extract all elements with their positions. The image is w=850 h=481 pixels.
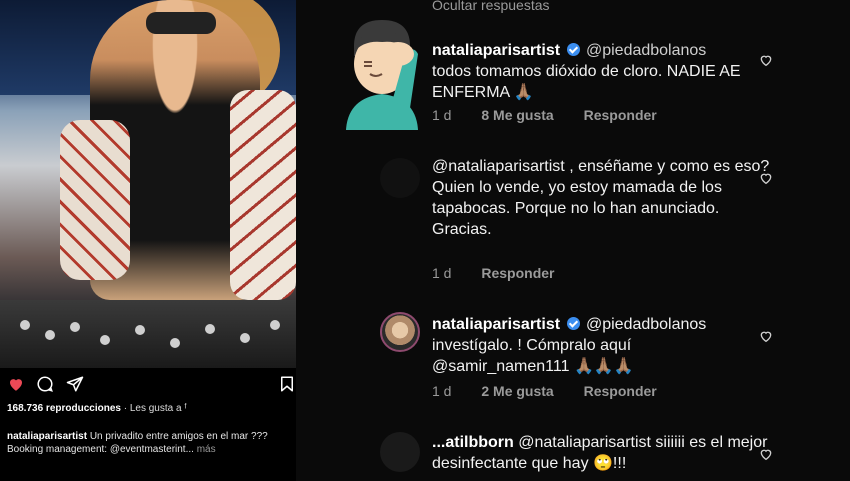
verified-icon (566, 317, 580, 330)
reply-1: nataliaparisartist @piedadbolanos todos … (432, 40, 772, 103)
reply-2: @nataliaparisartist , enséñame y como es… (432, 156, 772, 240)
bookmark-icon[interactable] (278, 375, 296, 393)
caption-username[interactable]: nataliaparisartist (7, 431, 87, 442)
post-panel: 168.736 reproducciones · Les gusta a ᶠ n… (0, 0, 296, 481)
like-reply-1-icon[interactable] (758, 52, 774, 68)
avatar[interactable] (380, 432, 420, 472)
reply-3-respond[interactable]: Responder (584, 383, 657, 399)
reply-2-text: @nataliaparisartist , enséñame y como es… (432, 158, 770, 238)
dj-mixer (0, 300, 296, 368)
facepalm-emoji (346, 20, 418, 130)
reply-3-likes[interactable]: 2 Me gusta (481, 383, 553, 399)
views-label: 168.736 reproducciones (7, 403, 121, 414)
avatar[interactable] (380, 312, 420, 352)
reply-1-likes[interactable]: 8 Me gusta (481, 107, 553, 123)
shawl-left (60, 120, 130, 280)
reply-1-time: 1 d (432, 107, 452, 123)
reply-1-mention[interactable]: @piedadbolanos (586, 42, 706, 59)
like-reply-4-icon[interactable] (758, 446, 774, 462)
avatar[interactable] (380, 158, 420, 198)
comment-icon[interactable] (36, 375, 54, 393)
reply-3-username[interactable]: nataliaparisartist (432, 316, 560, 333)
like-reply-2-icon[interactable] (758, 170, 774, 186)
likes-label[interactable]: Les gusta a (130, 403, 182, 414)
like-reply-3-icon[interactable] (758, 328, 774, 344)
caption-text: Un privadito entre amigos en el mar ??? (89, 431, 268, 442)
reply-4: ...atilbborn @nataliaparisartist siiiiii… (432, 432, 772, 474)
views-count[interactable]: 168.736 reproducciones · Les gusta a ᶠ (7, 403, 187, 414)
reply-4-username[interactable]: ...atilbborn (432, 434, 514, 451)
reply-1-username[interactable]: nataliaparisartist (432, 42, 560, 59)
hide-replies-link[interactable]: Ocultar respuestas (432, 0, 550, 13)
reply-3-meta: 1 d 2 Me gusta Responder (432, 383, 683, 399)
replies-panel: Ocultar respuestas nataliaparisartist @p… (296, 0, 850, 481)
reply-2-meta: 1 d Responder (432, 265, 580, 281)
reply-1-respond[interactable]: Responder (584, 107, 657, 123)
post-video[interactable] (0, 0, 296, 368)
caption-line2: Booking management: @eventmasterint... (7, 444, 194, 455)
reply-3: nataliaparisartist @piedadbolanos invest… (432, 314, 772, 377)
post-caption: nataliaparisartist Un privadito entre am… (7, 430, 292, 456)
reply-2-time: 1 d (432, 265, 452, 281)
verified-icon (566, 43, 580, 56)
reply-3-time: 1 d (432, 383, 452, 399)
reply-1-text: todos tomamos dióxido de cloro. NADIE AE… (432, 63, 741, 101)
more-link[interactable]: más (197, 444, 216, 455)
post-actions (0, 372, 296, 396)
reply-2-respond[interactable]: Responder (481, 265, 554, 281)
heart-icon[interactable] (7, 375, 25, 393)
sunglasses (146, 12, 216, 34)
reply-1-meta: 1 d 8 Me gusta Responder (432, 107, 683, 123)
shawl-right (230, 90, 296, 300)
share-icon[interactable] (66, 375, 84, 393)
